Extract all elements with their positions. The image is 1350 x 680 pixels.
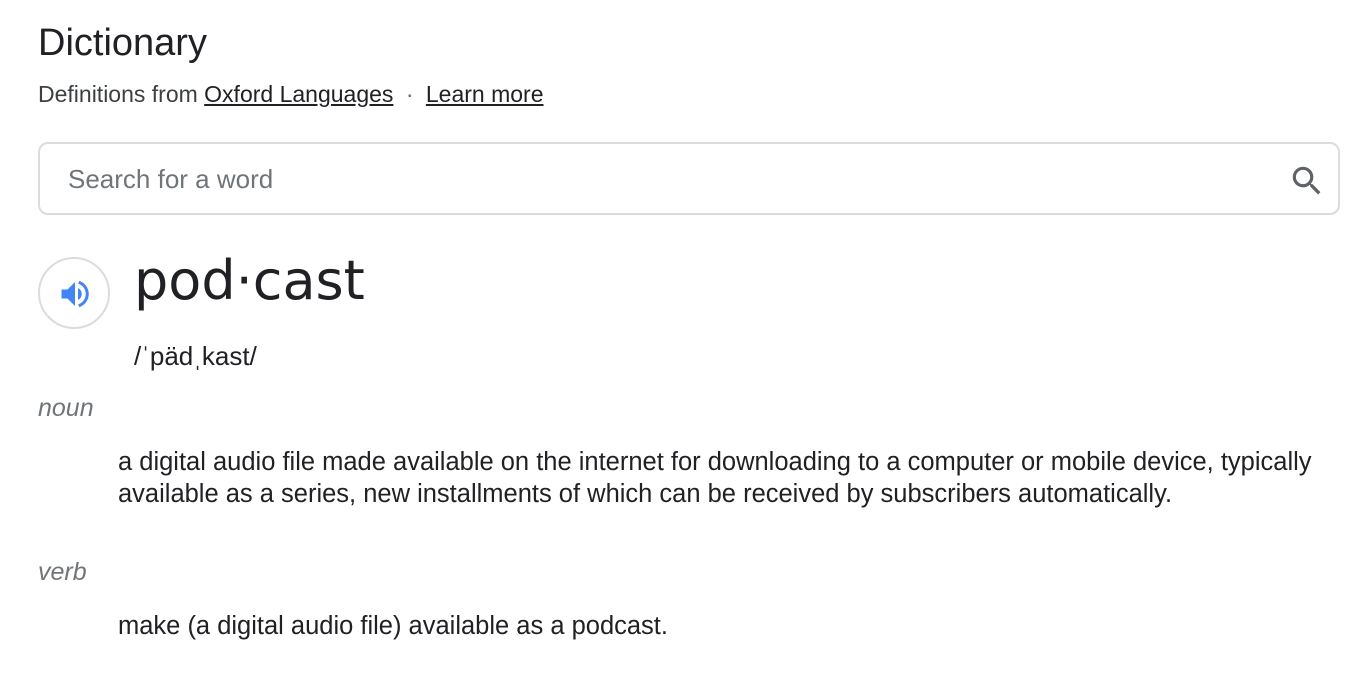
definition-verb: make (a digital audio file) available as… xyxy=(118,612,668,640)
speaker-icon xyxy=(61,280,89,308)
search-box xyxy=(38,142,1340,215)
pronunciation-audio-button[interactable] xyxy=(38,257,110,329)
search-input[interactable] xyxy=(68,144,1248,215)
search-icon[interactable] xyxy=(1288,162,1326,200)
headword: pod·cast xyxy=(134,249,365,312)
part-of-speech-verb: verb xyxy=(38,558,87,586)
oxford-languages-link[interactable]: Oxford Languages xyxy=(204,81,393,107)
definitions-from-label: Definitions from xyxy=(38,81,198,107)
definition-noun: a digital audio file made available on t… xyxy=(118,448,1312,508)
part-of-speech-noun: noun xyxy=(38,394,94,422)
definitions-source-line: Definitions from Oxford Languages · Lear… xyxy=(38,80,544,108)
separator-dot: · xyxy=(405,81,414,107)
phonetic-spelling: /ˈpädˌkast/ xyxy=(134,341,257,371)
learn-more-link[interactable]: Learn more xyxy=(426,81,544,107)
page-title: Dictionary xyxy=(38,22,207,64)
